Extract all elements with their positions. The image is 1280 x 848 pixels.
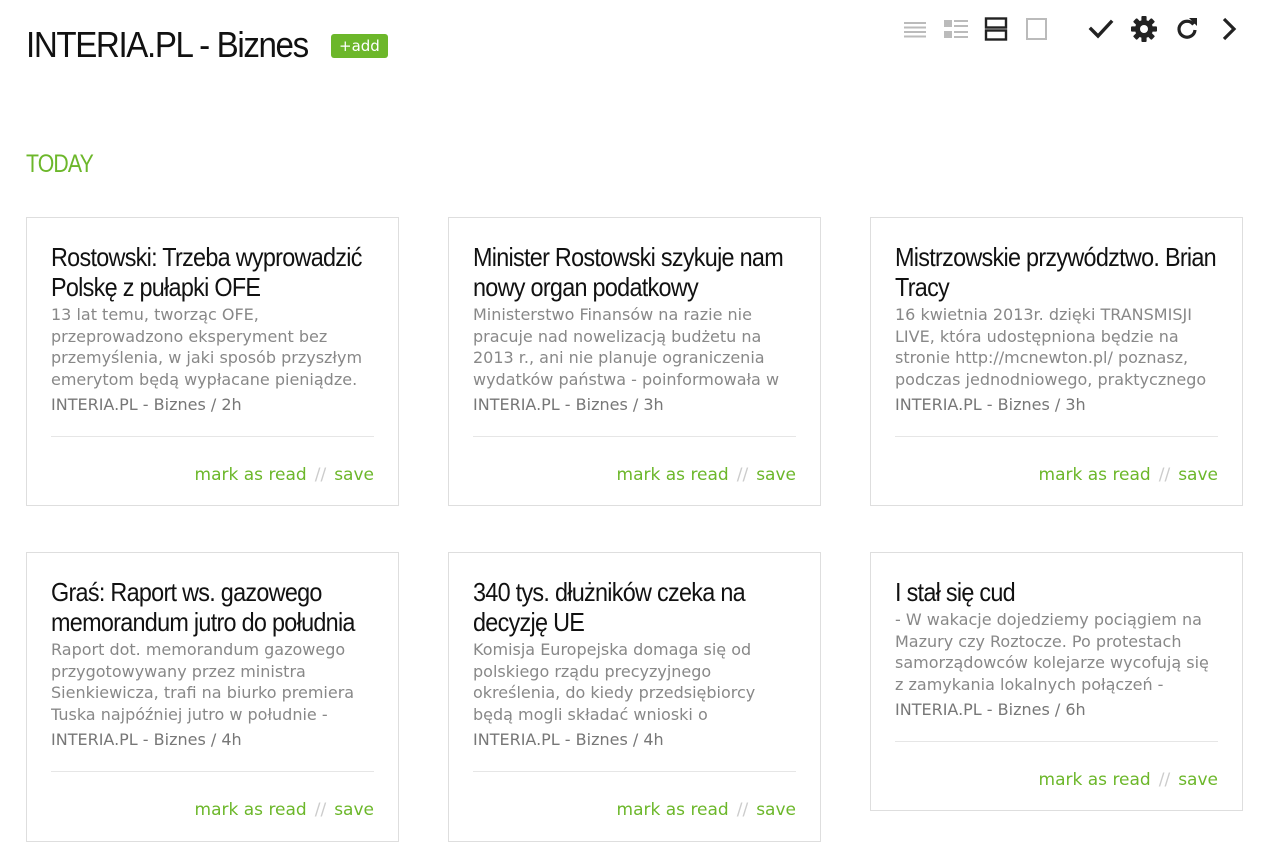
- article-summary: 13 lat temu, tworząc OFE, przeprowadzono…: [51, 305, 363, 389]
- card-divider: [895, 741, 1218, 742]
- article-title[interactable]: Rostowski: Trzeba wyprowadzić Polskę z p…: [51, 242, 374, 302]
- card-actions: mark as read // save: [473, 780, 796, 848]
- section-title: TODAY: [26, 150, 94, 178]
- article-card[interactable]: Rostowski: Trzeba wyprowadzić Polskę z p…: [26, 217, 399, 506]
- list-view-icon[interactable]: [900, 14, 930, 44]
- summary-view-icon[interactable]: [941, 14, 971, 44]
- article-summary: - W wakacje dojedziemy pociągiem na Mazu…: [895, 610, 1209, 694]
- action-separator: //: [1158, 770, 1171, 790]
- gear-icon[interactable]: [1129, 14, 1159, 44]
- article-title[interactable]: Mistrzowskie przywództwo. Brian Tracy: [895, 242, 1218, 302]
- card-actions: mark as read // save: [895, 750, 1218, 818]
- article-summary: Komisja Europejska domaga się od polskie…: [473, 640, 756, 724]
- save-button[interactable]: save: [334, 800, 374, 820]
- action-separator: //: [1158, 465, 1171, 485]
- refresh-icon[interactable]: [1172, 14, 1202, 44]
- action-separator: //: [736, 800, 749, 820]
- action-separator: //: [314, 800, 327, 820]
- article-meta: INTERIA.PL - Biznes / 3h: [473, 395, 664, 414]
- article-card[interactable]: I stał się cud - W wakacje dojedziemy po…: [870, 552, 1243, 811]
- article-meta: INTERIA.PL - Biznes / 4h: [51, 730, 242, 749]
- article-card[interactable]: Graś: Raport ws. gazowego memorandum jut…: [26, 552, 399, 842]
- card-divider: [473, 771, 796, 772]
- save-button[interactable]: save: [334, 465, 374, 485]
- article-summary: Raport dot. memorandum gazowego przygoto…: [51, 640, 355, 724]
- feed-title: INTERIA.PL - Biznes: [26, 24, 309, 65]
- save-button[interactable]: save: [756, 800, 796, 820]
- save-button[interactable]: save: [756, 465, 796, 485]
- action-separator: //: [314, 465, 327, 485]
- full-view-icon[interactable]: [1021, 14, 1051, 44]
- article-title[interactable]: I stał się cud: [895, 577, 1218, 607]
- article-meta: INTERIA.PL - Biznes / 2h: [51, 395, 242, 414]
- checkmark-icon[interactable]: [1086, 14, 1116, 44]
- article-title[interactable]: 340 tys. dłużników czeka na decyzję UE: [473, 577, 796, 637]
- mark-as-read-button[interactable]: mark as read: [1039, 465, 1151, 485]
- card-actions: mark as read // save: [895, 445, 1218, 513]
- article-card[interactable]: Mistrzowskie przywództwo. Brian Tracy 16…: [870, 217, 1243, 506]
- card-divider: [51, 771, 374, 772]
- article-card[interactable]: Minister Rostowski szykuje nam nowy orga…: [448, 217, 821, 506]
- article-meta: INTERIA.PL - Biznes / 4h: [473, 730, 664, 749]
- article-meta: INTERIA.PL - Biznes / 3h: [895, 395, 1086, 414]
- article-meta: INTERIA.PL - Biznes / 6h: [895, 700, 1086, 719]
- mark-as-read-button[interactable]: mark as read: [195, 465, 307, 485]
- article-summary: 16 kwietnia 2013r. dzięki TRANSMISJI LIV…: [895, 305, 1207, 389]
- card-actions: mark as read // save: [51, 445, 374, 513]
- article-summary: Ministerstwo Finansów na razie nie pracu…: [473, 305, 780, 389]
- article-title[interactable]: Graś: Raport ws. gazowego memorandum jut…: [51, 577, 374, 637]
- mark-as-read-button[interactable]: mark as read: [617, 800, 729, 820]
- card-divider: [895, 436, 1218, 437]
- card-actions: mark as read // save: [473, 445, 796, 513]
- add-button[interactable]: +add: [331, 34, 388, 58]
- card-divider: [51, 436, 374, 437]
- article-card[interactable]: 340 tys. dłużników czeka na decyzję UE K…: [448, 552, 821, 842]
- save-button[interactable]: save: [1178, 465, 1218, 485]
- cards-view-icon[interactable]: [981, 14, 1011, 44]
- mark-as-read-button[interactable]: mark as read: [1039, 770, 1151, 790]
- mark-as-read-button[interactable]: mark as read: [195, 800, 307, 820]
- chevron-right-icon[interactable]: [1214, 14, 1244, 44]
- mark-as-read-button[interactable]: mark as read: [617, 465, 729, 485]
- card-actions: mark as read // save: [51, 780, 374, 848]
- save-button[interactable]: save: [1178, 770, 1218, 790]
- action-separator: //: [736, 465, 749, 485]
- card-divider: [473, 436, 796, 437]
- article-title[interactable]: Minister Rostowski szykuje nam nowy orga…: [473, 242, 796, 302]
